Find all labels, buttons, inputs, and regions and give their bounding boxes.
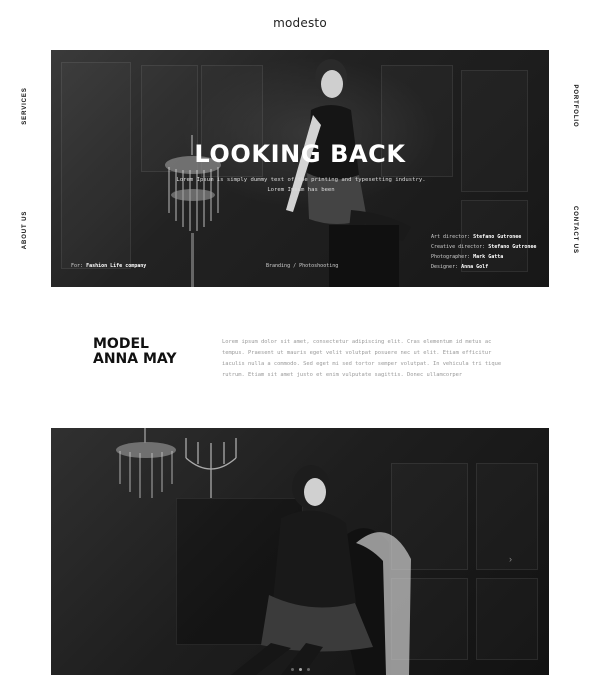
nav-portfolio[interactable]: PORTFOLIO [572,84,578,127]
hero-credits: Art director: Stefano Gutronee Creative … [431,232,536,272]
credit-row: Designer: Anna Golf [431,264,489,270]
brand-logo[interactable]: modesto [0,16,600,30]
nav-services[interactable]: SERVICES [22,87,28,124]
credit-row: Art director: Stefano Gutronee [431,234,522,240]
gallery-dot[interactable] [291,668,294,671]
wall-panel [476,463,538,570]
hero-title: LOOKING BACK [194,140,406,168]
model-description: Lorem ipsum dolor sit amet, consectetur … [222,339,502,378]
model-title: MODEL ANNA MAY [93,336,177,367]
hero-subtitle: Lorem Ipsum is simply dummy text of the … [176,177,426,193]
gallery-pagination [291,668,310,671]
wall-panel [461,70,528,192]
wall-panel [476,578,538,660]
nav-about[interactable]: ABOUT US [22,211,28,250]
model-figure [231,465,411,675]
hero-image: LOOKING BACK Lorem Ipsum is simply dummy… [51,50,549,287]
model-figure [286,59,411,287]
credit-row: Photographer: Mark Gatta [431,254,504,260]
gallery-dot-active[interactable] [299,668,302,671]
gallery-dot[interactable] [307,668,310,671]
hero-client: For: Fashion Life company [71,263,147,269]
credit-row: Creative director: Stefano Gutronee [431,244,537,250]
gallery-image: › [51,428,549,675]
chandelier-graphic [116,428,176,498]
nav-contact[interactable]: CONTACT US [572,206,578,254]
chevron-right-icon[interactable]: › [509,554,519,564]
hero-services: Branding / Photoshooting [266,263,339,269]
